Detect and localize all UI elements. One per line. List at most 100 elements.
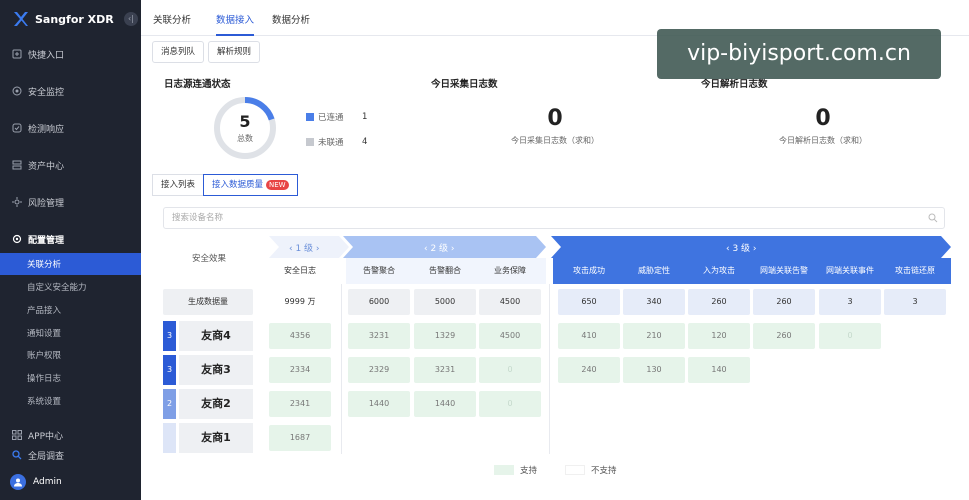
level-separator [549, 284, 550, 454]
tab-access-list[interactable]: 接入列表 [152, 174, 205, 196]
disconnected-value: 4 [362, 137, 368, 147]
sub-tab-message-queue[interactable]: 消息列队 [152, 41, 205, 63]
menu-item-detect[interactable]: 检测响应 [0, 118, 141, 138]
status-title: 日志源连通状态 [164, 79, 231, 90]
menu-label: 安全监控 [28, 87, 65, 98]
support-cell: 410 [558, 323, 620, 349]
monitor-icon [12, 86, 22, 96]
vendor-name: 友商2 [179, 389, 253, 419]
tab-correlation-analysis[interactable]: 关联分析 [153, 12, 191, 26]
generated-cell: 5000 [414, 289, 476, 315]
generated-cell: 260 [753, 289, 815, 315]
menu-item-risk[interactable]: 风险管理 [0, 192, 141, 212]
support-cell: 240 [558, 357, 620, 383]
menu-item-asset[interactable]: 资产中心 [0, 155, 141, 175]
support-cell: 4356 [269, 323, 331, 349]
generated-cell: 260 [688, 289, 750, 315]
support-cell: 260 [753, 323, 815, 349]
tab-label: 数据接入 [216, 15, 255, 26]
connected-label: 已连通 [318, 113, 344, 123]
user-name: Admin [33, 477, 62, 487]
menu-item-shortcut[interactable]: 快捷入口 [0, 44, 141, 64]
vendor-name: 友商1 [179, 423, 253, 453]
col-attack-success: 攻击成功 [573, 266, 605, 275]
generated-cell: 4500 [479, 289, 541, 315]
menu-item-config[interactable]: 配置管理 [0, 229, 141, 249]
col-business-protect: 业务保障 [494, 266, 526, 275]
tab-data-access[interactable]: 数据接入 [216, 12, 255, 36]
search-placeholder: 搜索设备名称 [172, 213, 224, 223]
support-cell: 3231 [414, 357, 476, 383]
disconnected-label: 未联通 [318, 138, 344, 148]
generated-cell: 650 [558, 289, 620, 315]
brand[interactable]: Sangfor XDR ‹| [0, 0, 141, 38]
col-alert-merge: 告警翻合 [429, 266, 461, 275]
sub-item-system[interactable]: 系统设置 [0, 390, 141, 412]
menu-label: 资产中心 [28, 161, 65, 172]
row-header-effect: 安全效果 [191, 254, 226, 264]
support-cell: 4500 [479, 323, 541, 349]
brand-name: Sangfor XDR [35, 12, 114, 26]
legend-supported: 支持 [494, 464, 537, 476]
support-cell: 130 [623, 357, 685, 383]
detect-icon [12, 123, 22, 133]
unsupported-label: 不支持 [591, 466, 617, 476]
disconnected-swatch [306, 138, 314, 146]
sub-item-account[interactable]: 账户权限 [0, 344, 141, 366]
support-cell: 2341 [269, 391, 331, 417]
collect-value: 0 [547, 106, 563, 131]
sub-item-product-access[interactable]: 产品接入 [0, 299, 141, 321]
collect-sub: 今日采集日志数（求和） [511, 136, 599, 145]
connected-swatch [306, 113, 314, 121]
menu-label: 检测响应 [28, 124, 65, 135]
main-content: 消息列队 解析规则 日志源连通状态 5 总数 已连通 1 未联通 4 今日采集日… [141, 36, 969, 500]
legend-connected: 已连通 1 [306, 111, 367, 123]
legend-unsupported: 不支持 [565, 464, 617, 476]
total-label: 总数 [237, 134, 253, 143]
tab-data-analysis[interactable]: 数据分析 [272, 12, 310, 26]
supported-swatch [494, 465, 514, 475]
generated-cell: 9999 万 [284, 297, 316, 306]
vendor-rank: 3 [163, 355, 176, 385]
menu-item-global-search[interactable]: 全局调查 [0, 445, 141, 465]
legend-disconnected: 未联通 4 [306, 136, 367, 148]
tab-access-quality[interactable]: 接入数据质量 NEW [203, 174, 298, 196]
parse-sub: 今日解析日志数（求和） [779, 136, 867, 145]
collapse-sidebar-icon[interactable]: ‹| [124, 12, 138, 26]
col-human-attack: 入为攻击 [703, 266, 735, 275]
vendor-rank [163, 423, 176, 453]
menu-label: APP中心 [28, 431, 64, 442]
asset-icon [12, 160, 22, 170]
support-cell: 0 [819, 323, 881, 349]
col-net-end-alert: 网端关联告警 [760, 266, 808, 275]
supported-label: 支持 [520, 466, 538, 476]
sub-item-custom-capability[interactable]: 自定义安全能力 [0, 276, 141, 298]
sub-item-correlation[interactable]: 关联分析 [0, 253, 141, 275]
generated-cell: 3 [819, 289, 881, 315]
support-cell: 2329 [348, 357, 410, 383]
sub-item-oplog[interactable]: 操作日志 [0, 367, 141, 389]
menu-label: 配置管理 [28, 235, 65, 246]
parse-value: 0 [815, 106, 831, 131]
menu-label: 全局调查 [28, 451, 65, 462]
vendor-name: 友商4 [179, 321, 253, 351]
support-cell: 1440 [414, 391, 476, 417]
new-badge: NEW [266, 180, 289, 190]
level-1-label: ‹ 1 级 › [289, 244, 320, 254]
app-grid-icon [12, 430, 22, 440]
menu-item-app-center[interactable]: APP中心 [0, 425, 141, 445]
generated-cell: 6000 [348, 289, 410, 315]
user-profile[interactable]: Admin [10, 474, 62, 490]
support-cell: 1329 [414, 323, 476, 349]
sub-tab-parse-rules[interactable]: 解析规则 [208, 41, 261, 63]
sub-item-notify[interactable]: 通知设置 [0, 322, 141, 344]
menu-item-monitor[interactable]: 安全监控 [0, 81, 141, 101]
sidebar: Sangfor XDR ‹| 快捷入口 安全监控 检测响应 资产中心 风险管理 … [0, 0, 141, 500]
search-input[interactable]: 搜索设备名称 [163, 207, 945, 229]
search-icon[interactable] [928, 213, 938, 223]
col-threat-qualify: 威胁定性 [638, 266, 670, 275]
generated-cell: 340 [623, 289, 685, 315]
level-3-label: ‹ 3 级 › [726, 244, 757, 254]
menu-label: 风险管理 [28, 198, 65, 209]
total-count: 5 [239, 112, 251, 131]
